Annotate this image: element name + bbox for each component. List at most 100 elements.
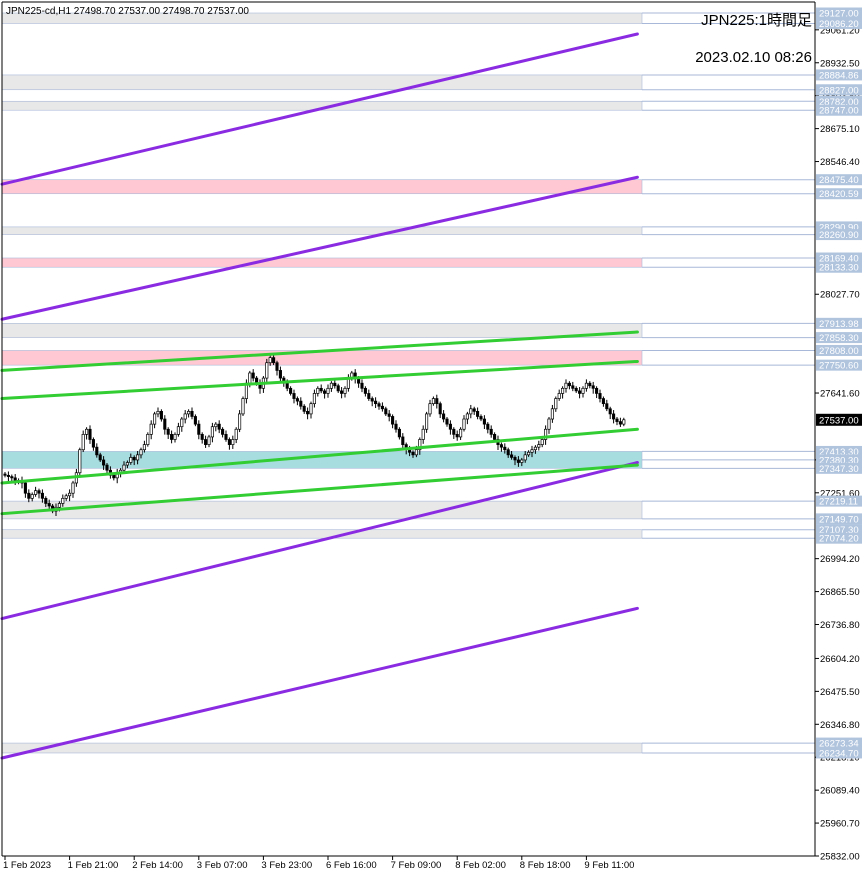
candle-body xyxy=(459,428,463,438)
candle-body xyxy=(513,457,517,461)
candle-body xyxy=(591,385,595,389)
zone-pink xyxy=(1,257,643,268)
time-tick-label: 2 Feb 14:00 xyxy=(132,860,183,871)
candle-body xyxy=(595,387,599,394)
time-tick-label: 9 Feb 11:00 xyxy=(584,860,634,871)
candle-body xyxy=(343,387,347,394)
candle-body xyxy=(408,449,412,453)
candle-body xyxy=(176,426,180,435)
candle-body xyxy=(370,398,374,402)
candle-body xyxy=(394,423,398,430)
price-chart[interactable]: 29061.2028932.5028803.8028675.1028546.40… xyxy=(0,0,866,876)
candle-body xyxy=(231,439,235,445)
candle-body xyxy=(197,423,201,435)
candle-body xyxy=(472,408,476,412)
candle-body xyxy=(37,490,41,494)
candle-body xyxy=(476,410,480,417)
candle-body xyxy=(156,410,160,415)
candle-body xyxy=(336,385,340,392)
candle-body xyxy=(299,400,303,407)
candle-body xyxy=(125,462,129,466)
candle-body xyxy=(329,382,333,389)
price-tick-label: 28932.50 xyxy=(820,58,860,69)
candle-body xyxy=(567,382,571,387)
candle-body xyxy=(163,418,167,430)
candle-body xyxy=(251,372,255,379)
candle-body xyxy=(445,418,449,425)
candle-body xyxy=(397,428,401,438)
candle-body xyxy=(316,387,320,394)
level-label: 29127.00 xyxy=(819,9,859,20)
candle-body xyxy=(265,362,269,379)
candle-body xyxy=(367,393,371,399)
candle-body xyxy=(574,387,578,392)
zone-gray xyxy=(1,500,643,520)
candle-body xyxy=(248,372,252,384)
candle-body xyxy=(27,492,31,499)
candle-body xyxy=(578,390,582,394)
level-label: 27858.30 xyxy=(819,333,859,344)
level-label: 27347.30 xyxy=(819,464,859,475)
candle-body xyxy=(98,454,102,461)
candle-body xyxy=(581,387,585,394)
candle-body xyxy=(10,476,14,479)
candle-body xyxy=(333,382,337,387)
level-label: 28747.00 xyxy=(819,106,859,117)
candle-body xyxy=(438,403,442,415)
candle-body xyxy=(557,393,561,399)
candle-body xyxy=(442,413,446,420)
candle-body xyxy=(234,428,238,440)
candle-body xyxy=(411,451,415,456)
candle-body xyxy=(3,473,7,476)
candle-body xyxy=(499,444,503,448)
candle-body xyxy=(275,362,279,371)
candle-body xyxy=(238,413,242,430)
candle-body xyxy=(132,457,136,461)
candle-body xyxy=(486,423,490,430)
candle-body xyxy=(268,357,272,364)
candle-body xyxy=(605,403,609,410)
candle-body xyxy=(78,449,82,474)
candle-body xyxy=(462,418,466,430)
candle-body xyxy=(564,382,568,389)
candle-body xyxy=(289,387,293,394)
candle-body xyxy=(166,428,170,435)
candle-body xyxy=(173,434,177,440)
price-tick-label: 26346.80 xyxy=(820,720,860,731)
candle-body xyxy=(122,464,126,471)
price-tick-label: 28675.10 xyxy=(820,124,860,135)
candle-body xyxy=(622,419,626,425)
candle-body xyxy=(618,421,622,425)
candle-body xyxy=(88,428,92,440)
level-label: 28420.59 xyxy=(819,189,859,200)
candle-body xyxy=(180,418,184,428)
price-tick-label: 28027.70 xyxy=(820,290,860,301)
candle-body xyxy=(421,428,425,440)
candle-body xyxy=(493,434,497,440)
candle-body xyxy=(598,393,602,399)
candle-body xyxy=(224,434,228,440)
candle-body xyxy=(448,423,452,430)
candle-body xyxy=(601,398,605,405)
price-tick-label: 26475.50 xyxy=(820,687,860,698)
candle-body xyxy=(142,444,146,451)
candle-body xyxy=(241,398,245,415)
candle-body xyxy=(214,423,218,428)
candle-body xyxy=(217,423,221,430)
price-tick-label: 26736.80 xyxy=(820,620,860,631)
level-label: 26234.70 xyxy=(819,748,859,759)
candle-body xyxy=(435,398,439,405)
candle-body xyxy=(23,482,27,494)
chart-title: JPN225:1時間足 xyxy=(701,12,812,29)
candle-body xyxy=(204,439,208,445)
candle-body xyxy=(200,434,204,440)
candle-body xyxy=(554,398,558,410)
price-tick-label: 26089.40 xyxy=(820,786,860,797)
candle-body xyxy=(319,387,323,392)
candle-body xyxy=(102,459,106,466)
candle-body xyxy=(292,393,296,399)
candle-body xyxy=(285,382,289,389)
symbol-info: JPN225-cd,H1 27498.70 27537.00 27498.70 … xyxy=(6,6,249,17)
candle-body xyxy=(561,387,565,394)
candle-body xyxy=(312,393,316,405)
